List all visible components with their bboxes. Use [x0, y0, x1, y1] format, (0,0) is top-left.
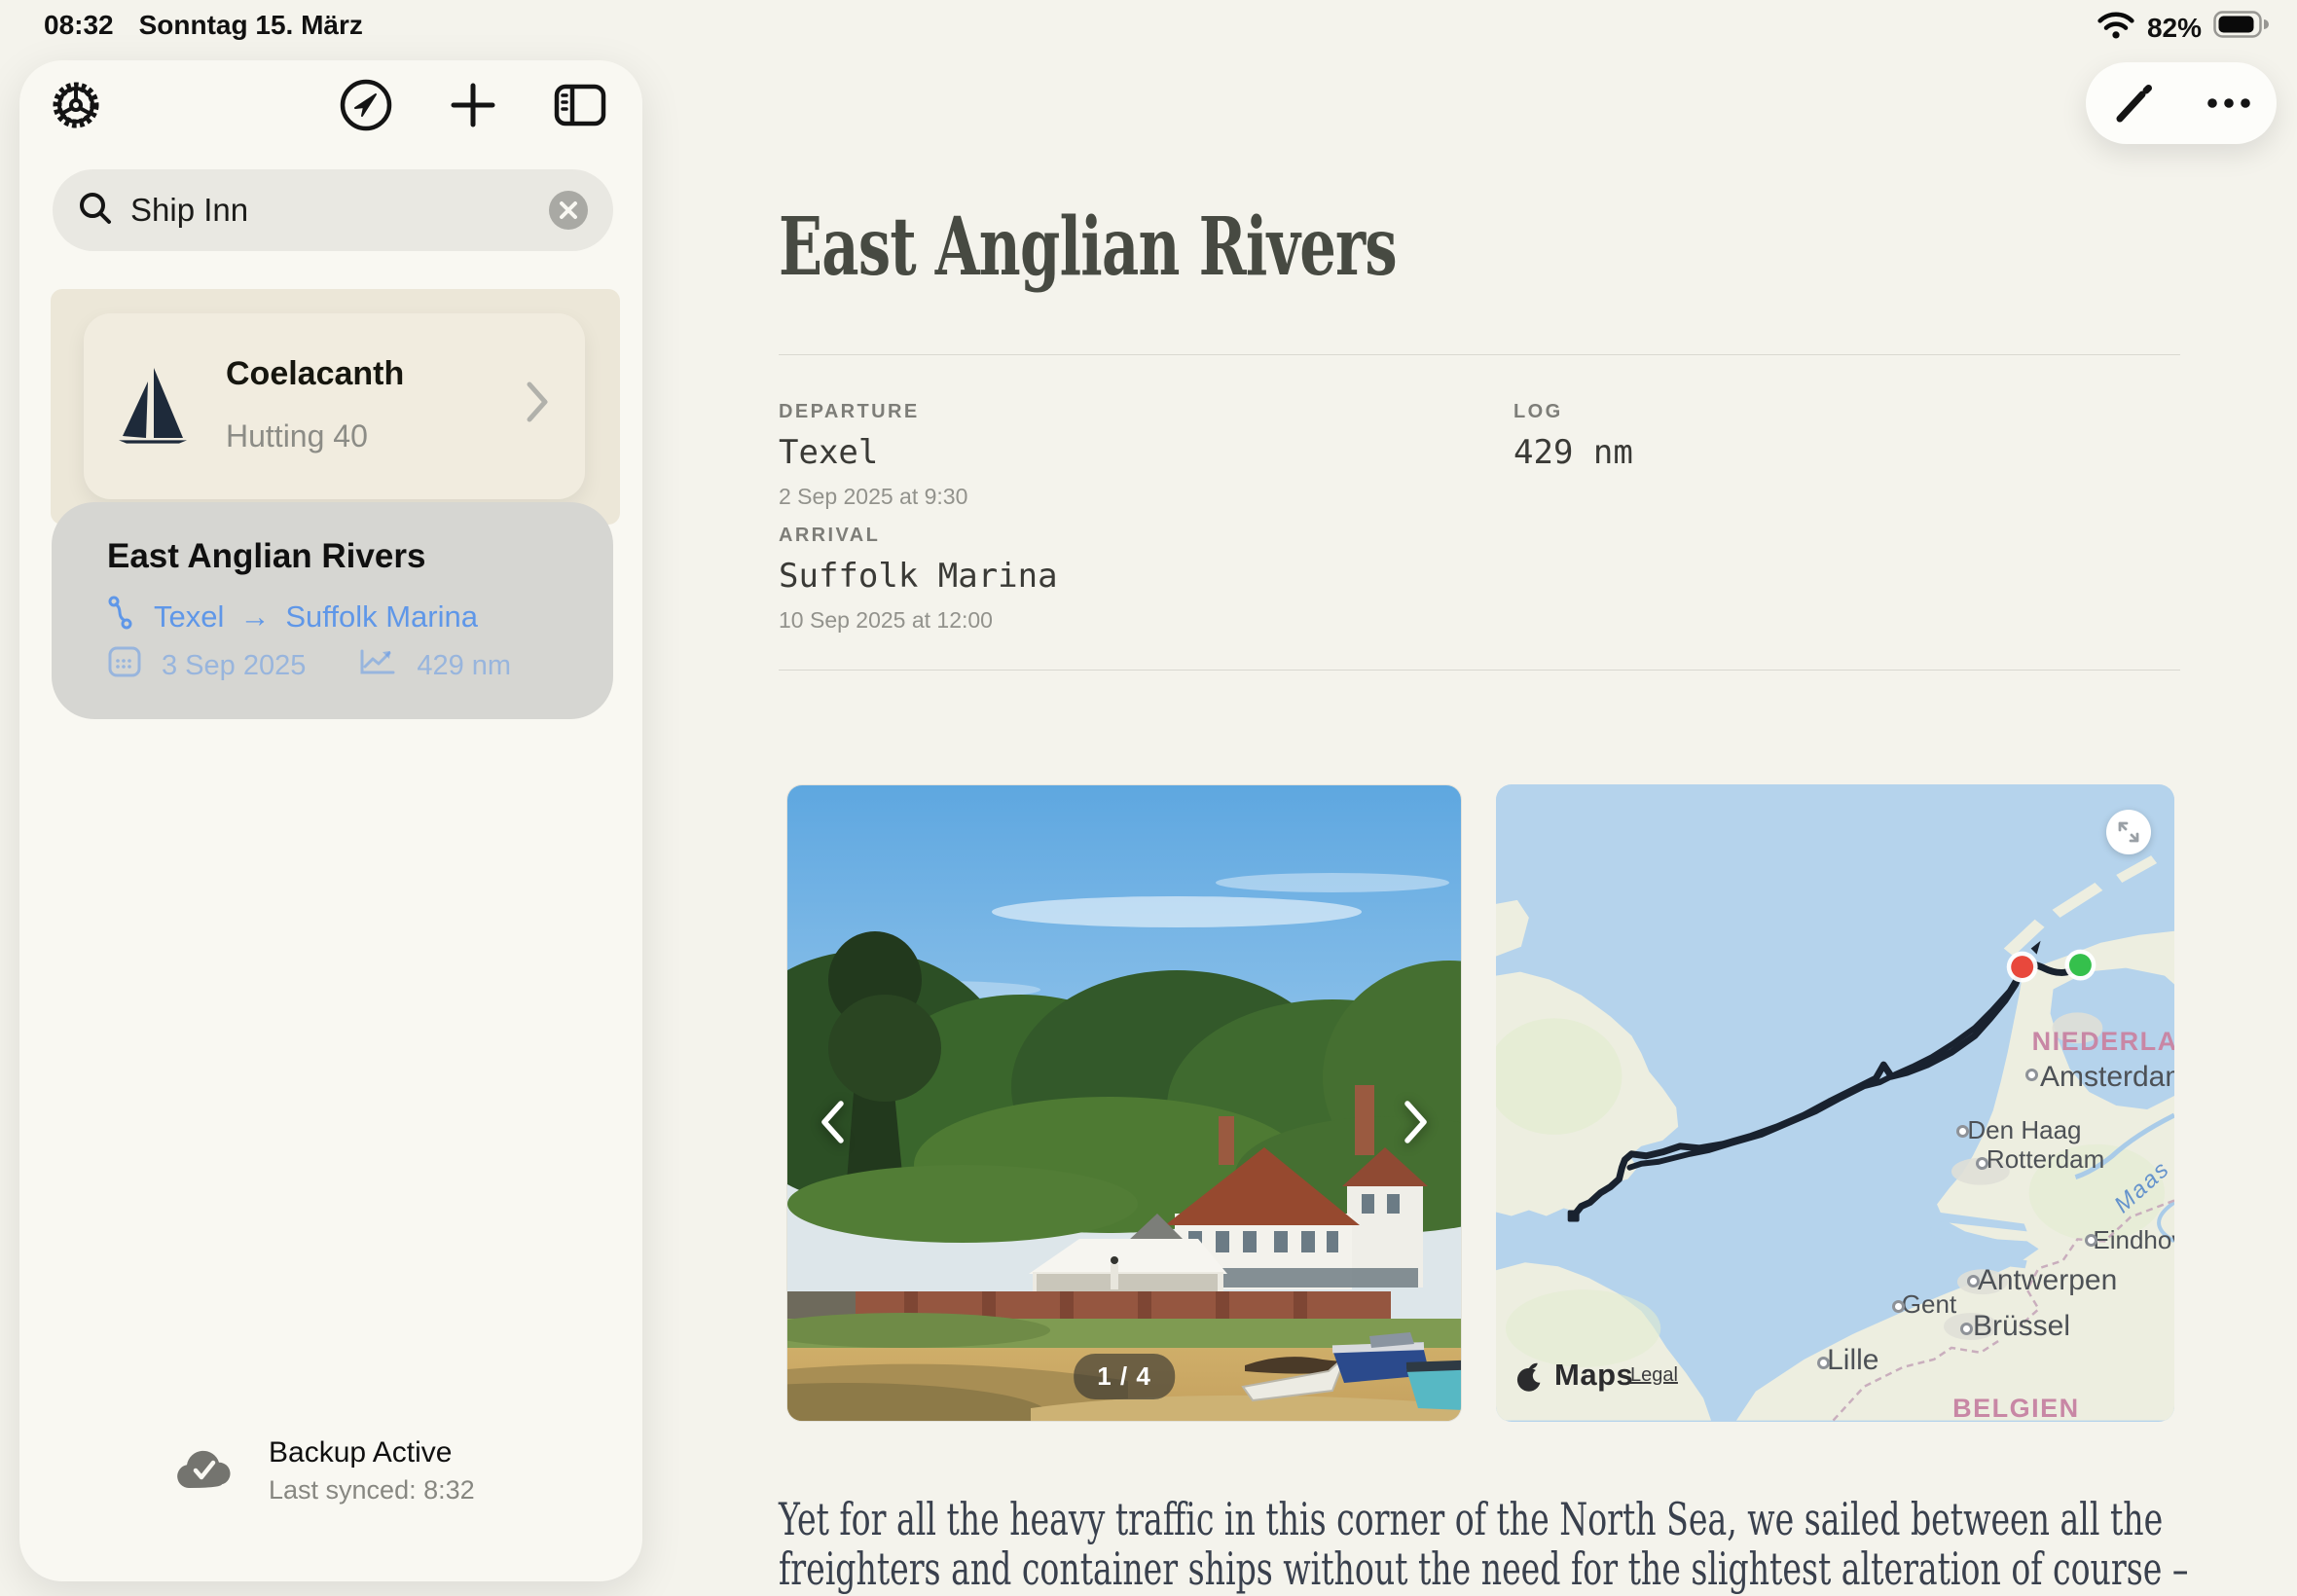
- map-label-city: Antwerpen: [1978, 1264, 2117, 1297]
- city-dot: [2025, 1069, 2038, 1081]
- search-field[interactable]: [53, 169, 613, 251]
- sailboat-icon: [115, 360, 191, 458]
- arrival-datetime: 10 Sep 2025 at 12:00: [779, 607, 1058, 634]
- photo-carousel[interactable]: 1 / 4: [786, 784, 1462, 1422]
- map-canvas: [1496, 784, 2174, 1422]
- boat-name: Coelacanth: [226, 355, 404, 393]
- arrow-right-icon: →: [239, 599, 270, 635]
- departure-datetime: 2 Sep 2025 at 9:30: [779, 484, 967, 510]
- route-icon: [107, 596, 138, 638]
- expand-icon: [2116, 819, 2141, 845]
- map-expand-button[interactable]: [2106, 810, 2151, 854]
- trip-title: East Anglian Rivers: [107, 537, 425, 576]
- search-icon: [78, 191, 113, 231]
- map-label-city: Rotterdam: [1987, 1144, 2104, 1175]
- arrival-block: ARRIVAL Suffolk Marina 10 Sep 2025 at 12…: [779, 525, 1058, 634]
- backup-title: Backup Active: [269, 1436, 475, 1469]
- sidebar-toggle-button[interactable]: [553, 80, 607, 134]
- sidebar-toggle-icon: [554, 82, 606, 133]
- trip-body-text: Yet for all the heavy traffic in this co…: [779, 1495, 2297, 1594]
- log-label: LOG: [1513, 401, 1633, 423]
- more-button[interactable]: [2195, 69, 2263, 137]
- map-label-city: Den Haag: [1967, 1115, 2081, 1145]
- city-dot: [1976, 1157, 1988, 1170]
- map-label-city: Amsterdam: [2040, 1061, 2174, 1094]
- divider: [779, 670, 2180, 671]
- map-label-city: Eindhoven: [2093, 1225, 2174, 1255]
- chevron-left-icon: [818, 1099, 847, 1145]
- map-legal-link[interactable]: Legal: [1630, 1364, 1678, 1387]
- backup-status: Backup Active Last synced: 8:32: [173, 1436, 475, 1505]
- map-label-city: Lille: [1827, 1344, 1878, 1377]
- map-label-country: BELGIEN: [1952, 1394, 2080, 1422]
- photo-next-button[interactable]: [1389, 1095, 1443, 1149]
- cloud-check-icon: [173, 1445, 236, 1497]
- route-map[interactable]: NIEDERLANDE Amsterdam Den Haag Rotterdam…: [1496, 784, 2174, 1422]
- maps-logo: Maps: [1554, 1358, 1633, 1393]
- page-title: East Anglian Rivers: [779, 200, 1397, 294]
- battery-icon: [2213, 10, 2270, 46]
- trip-date: 3 Sep 2025: [162, 650, 306, 682]
- trip-to[interactable]: Suffolk Marina: [285, 599, 478, 635]
- trip-card-east-anglian-rivers[interactable]: East Anglian Rivers Texel → Suffolk Mari…: [52, 502, 613, 719]
- chart-line-icon: [358, 645, 397, 686]
- search-clear-button[interactable]: [549, 191, 588, 230]
- map-label-country: NIEDERLANDE: [2032, 1027, 2174, 1057]
- trip-detail: East Anglian Rivers DEPARTURE Texel 2 Se…: [779, 0, 2182, 1596]
- location-arrow-icon: [339, 78, 393, 137]
- boat-card[interactable]: Coelacanth Hutting 40: [84, 313, 585, 499]
- locate-button[interactable]: [339, 80, 393, 134]
- arrival-value: Suffolk Marina: [779, 557, 1058, 596]
- log-value: 429 nm: [1513, 433, 1633, 472]
- sidebar-panel: Coelacanth Hutting 40 East Anglian River…: [19, 60, 642, 1581]
- arrival-label: ARRIVAL: [779, 525, 1058, 547]
- map-label-city: Brüssel: [1973, 1310, 2070, 1343]
- status-time: 08:32: [44, 10, 114, 41]
- close-icon: [558, 200, 579, 221]
- photo-prev-button[interactable]: [805, 1095, 859, 1149]
- chevron-right-icon: [525, 380, 550, 429]
- boat-model: Hutting 40: [226, 418, 368, 454]
- map-label-city: Gent: [1902, 1289, 1956, 1320]
- calendar-icon: [107, 644, 142, 687]
- boat-section: Coelacanth Hutting 40: [51, 289, 620, 525]
- trip-from[interactable]: Texel: [154, 599, 224, 635]
- status-date: Sonntag 15. März: [139, 10, 363, 41]
- chevron-right-icon: [1402, 1099, 1431, 1145]
- trip-distance: 429 nm: [417, 650, 511, 682]
- backup-last-synced: Last synced: 8:32: [269, 1475, 475, 1505]
- plus-icon: [448, 80, 498, 135]
- search-input[interactable]: [130, 192, 549, 229]
- ellipsis-icon: [2206, 96, 2252, 110]
- departure-label: DEPARTURE: [779, 401, 967, 423]
- map-attribution: Maps: [1517, 1358, 1633, 1393]
- log-block: LOG 429 nm: [1513, 401, 1633, 472]
- photo-counter: 1 / 4: [1074, 1354, 1175, 1399]
- body-line: freighters and container ships without t…: [779, 1544, 2188, 1594]
- settings-button[interactable]: [49, 80, 103, 134]
- add-button[interactable]: [446, 80, 500, 134]
- trip-photo: [787, 785, 1462, 1422]
- departure-value: Texel: [779, 433, 967, 472]
- gear-icon: [50, 79, 102, 136]
- divider: [779, 354, 2180, 355]
- city-dot: [1892, 1300, 1905, 1313]
- departure-block: DEPARTURE Texel 2 Sep 2025 at 9:30: [779, 401, 967, 510]
- body-line: Yet for all the heavy traffic in this co…: [779, 1495, 2188, 1544]
